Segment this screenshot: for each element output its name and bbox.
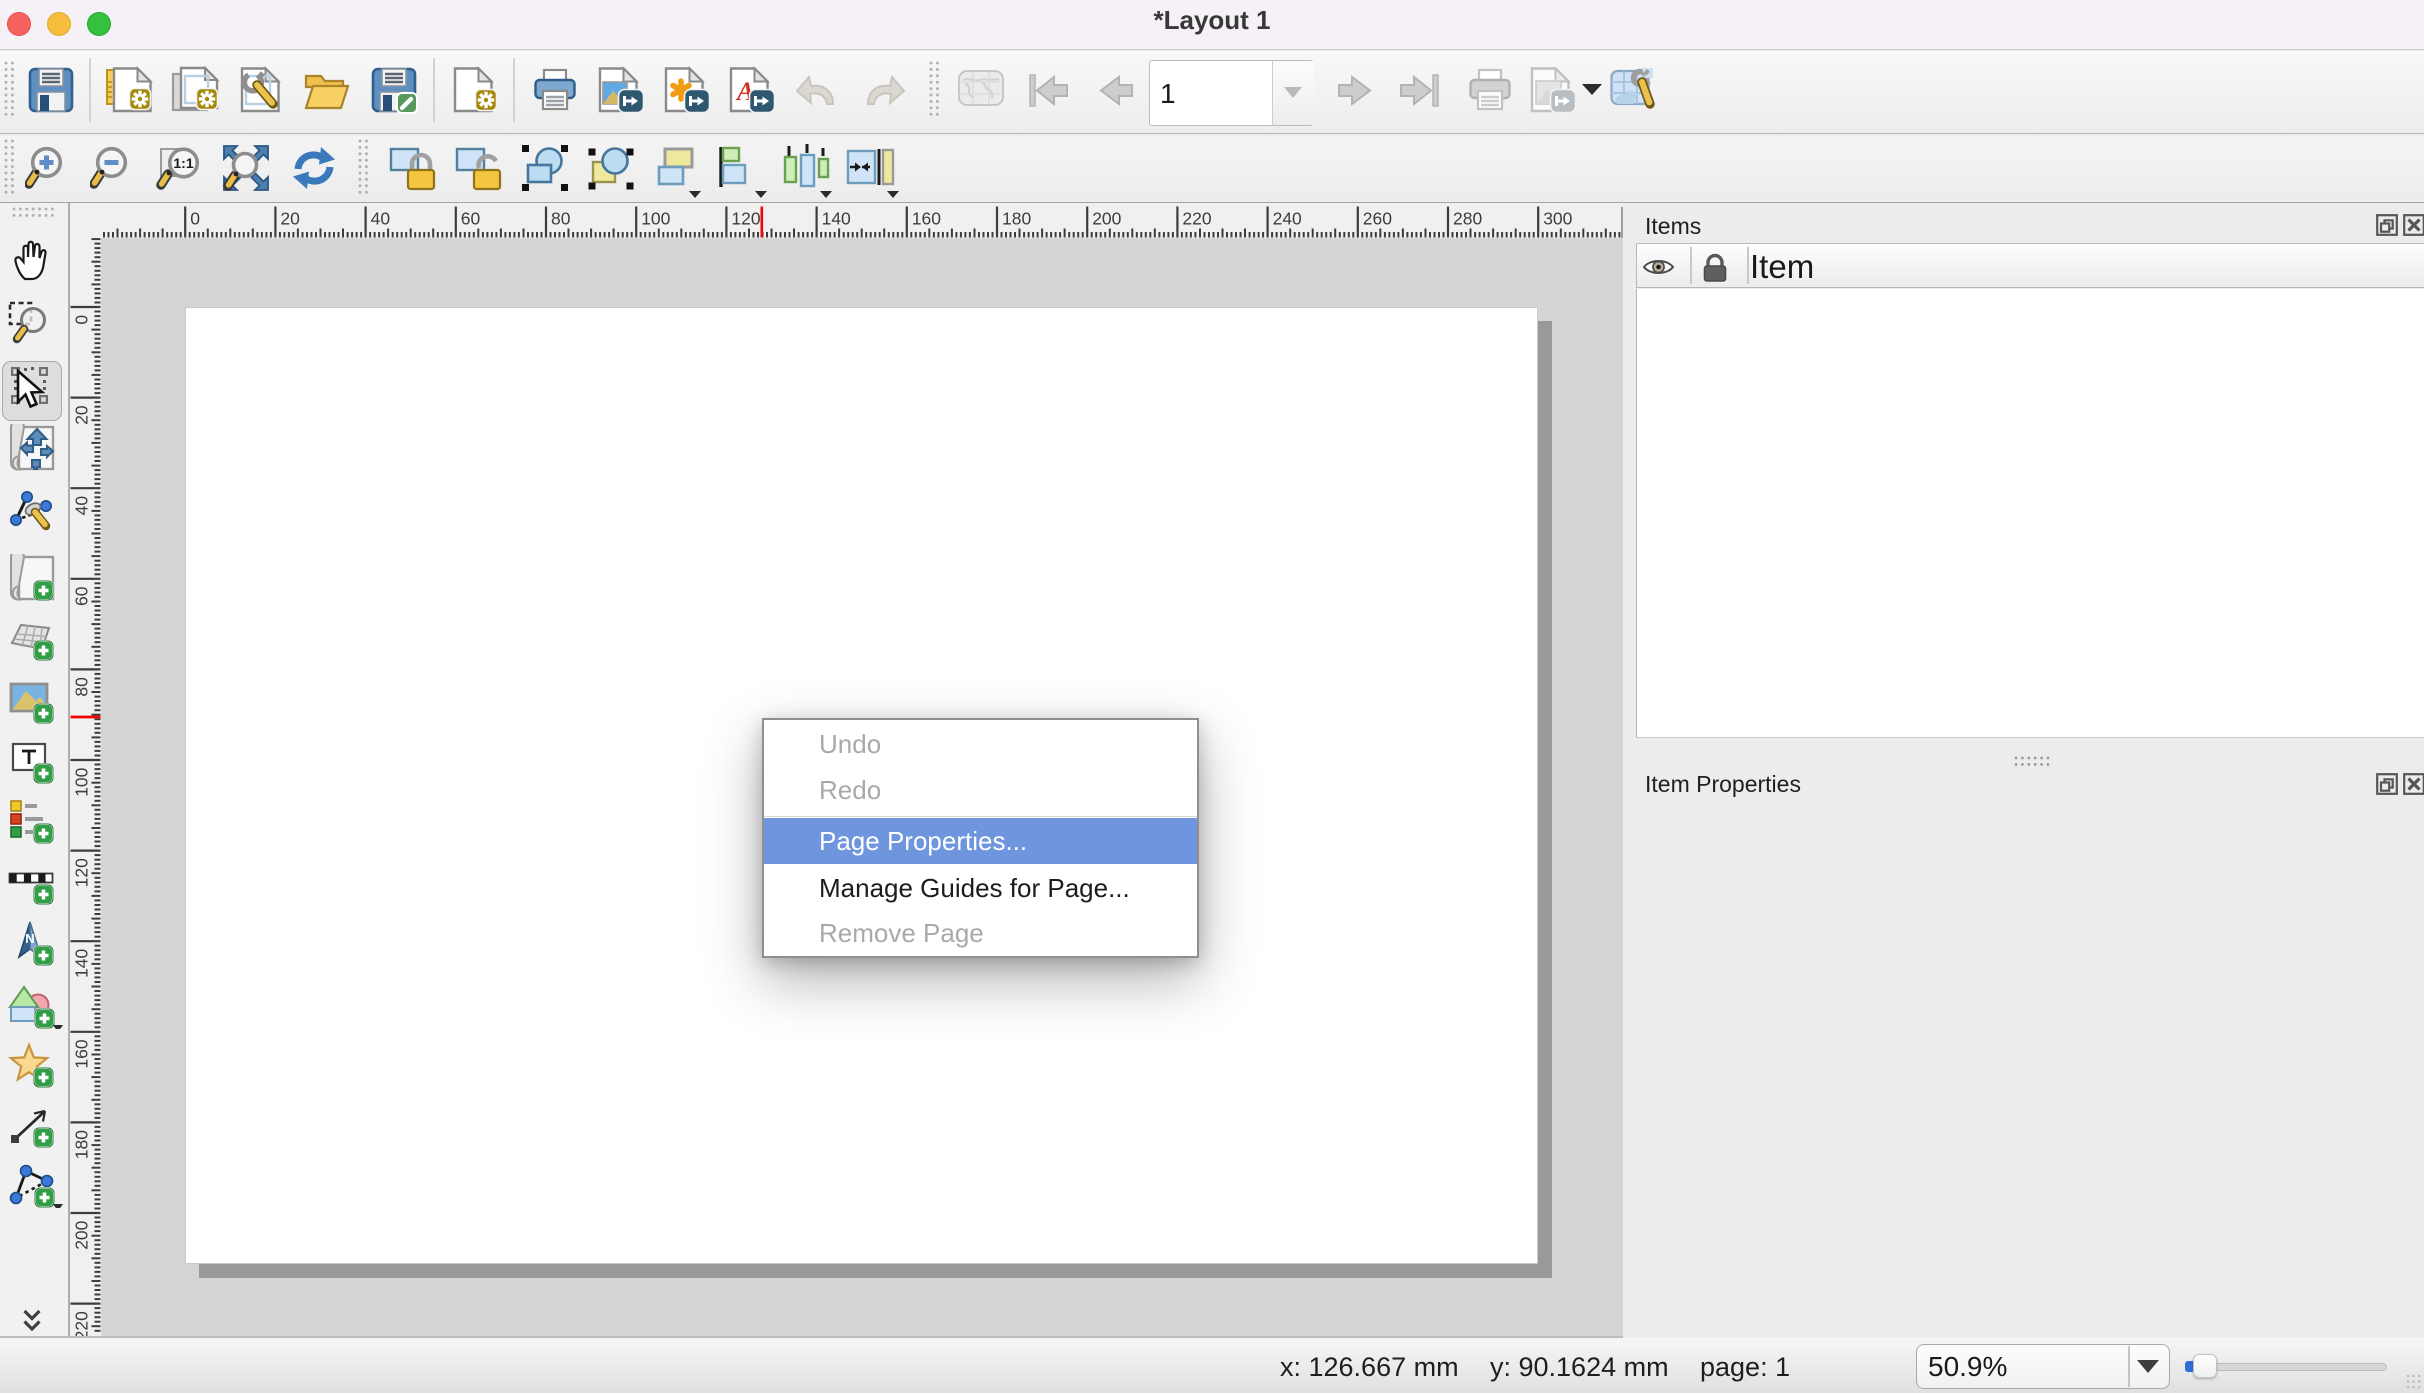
svg-text:100: 100 — [72, 767, 92, 796]
svg-text:200: 200 — [72, 1220, 92, 1249]
svg-text:100: 100 — [641, 209, 670, 229]
svg-text:20: 20 — [72, 405, 92, 425]
svg-text:40: 40 — [371, 209, 391, 229]
svg-text:300: 300 — [1543, 209, 1572, 229]
svg-text:220: 220 — [1182, 209, 1211, 229]
svg-text:0: 0 — [190, 209, 200, 229]
svg-text:N: N — [25, 931, 34, 946]
svg-text:20: 20 — [280, 209, 300, 229]
svg-text:200: 200 — [1092, 209, 1121, 229]
svg-text:220: 220 — [72, 1311, 92, 1336]
svg-text:260: 260 — [1363, 209, 1392, 229]
svg-text:0: 0 — [72, 315, 92, 325]
svg-text:80: 80 — [72, 677, 92, 697]
svg-text:160: 160 — [72, 1039, 92, 1068]
svg-text:1:1: 1:1 — [173, 155, 193, 171]
svg-text:280: 280 — [1453, 209, 1482, 229]
svg-text:240: 240 — [1273, 209, 1302, 229]
svg-text:140: 140 — [822, 209, 851, 229]
svg-text:60: 60 — [461, 209, 481, 229]
svg-text:160: 160 — [912, 209, 941, 229]
svg-text:60: 60 — [72, 586, 92, 606]
svg-text:40: 40 — [72, 496, 92, 516]
svg-text:80: 80 — [551, 209, 571, 229]
svg-text:180: 180 — [72, 1130, 92, 1159]
svg-text:180: 180 — [1002, 209, 1031, 229]
svg-text:120: 120 — [72, 858, 92, 887]
svg-text:120: 120 — [731, 209, 760, 229]
svg-text:140: 140 — [72, 949, 92, 978]
